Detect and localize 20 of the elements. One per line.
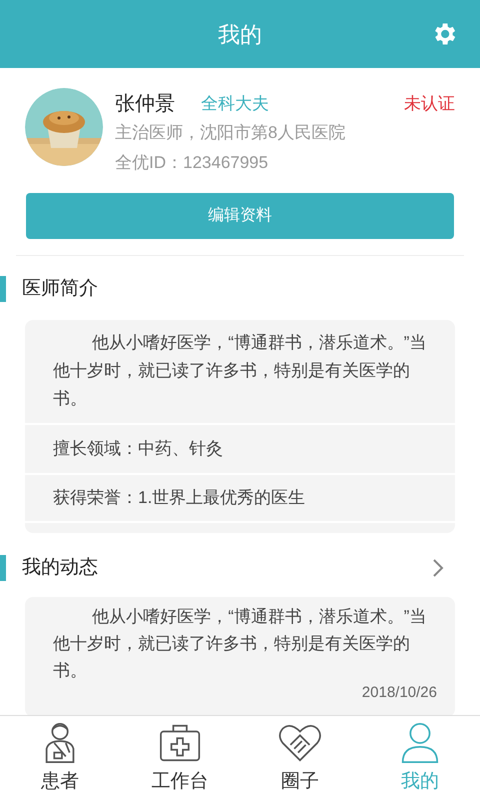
user-id: 全优ID：123467995 — [115, 152, 270, 174]
tab[interactable]: 患者 — [0, 716, 120, 800]
chevron-right-icon[interactable] — [432, 558, 444, 578]
tab[interactable]: 圈子 — [240, 716, 360, 800]
section-marker — [0, 555, 6, 581]
section-title: 医师简介 — [22, 276, 98, 301]
bio-text: 他从小嗜好医学，“博通群书，潜乐道术。”当他十岁时，就已读了许多书，特别是有关医学的书。 — [53, 332, 427, 410]
tab[interactable]: 工作台 — [120, 716, 240, 800]
honors-text: 获得荣誉：1.世界上最优秀的医生 — [53, 487, 306, 510]
specialty-text: 擅长领域：中药、针灸 — [53, 438, 223, 460]
department-label: 全科大夫 — [201, 93, 269, 116]
position-text: 主治医师，沈阳市第8人民医院 — [115, 122, 346, 144]
post-date: 2018/10/26 — [362, 683, 437, 703]
page-title: 我的 — [218, 20, 262, 48]
post-text: 他从小嗜好医学，“博通群书，潜乐道术。”当他十岁时，就已读了许多书，特别是有关医学的书。 — [53, 606, 427, 682]
verification-status: 未认证 — [404, 93, 455, 116]
section-marker — [0, 276, 6, 302]
section-title: 我的动态 — [22, 556, 98, 580]
post-card[interactable]: 他从小嗜好医学，“博通群书，潜乐道术。”当他十岁时，就已读了许多书，特别是有关医学的书。 2018/10/26 — [25, 597, 455, 715]
doctor-name: 张仲景 — [115, 92, 175, 117]
